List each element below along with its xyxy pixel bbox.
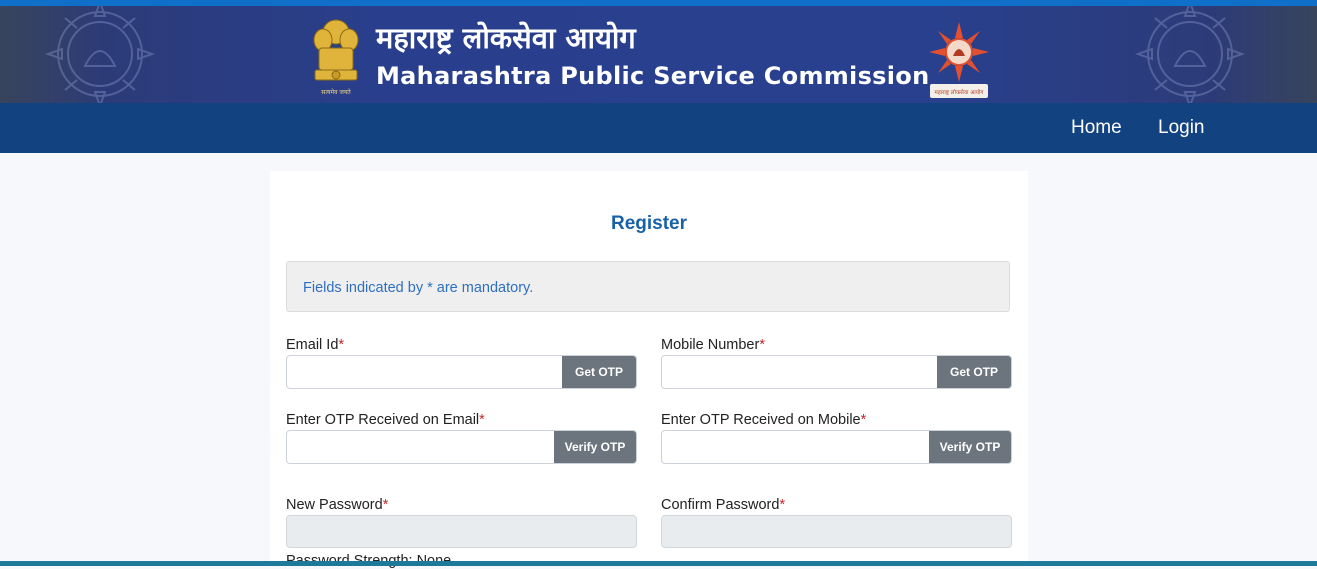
email-get-otp-button[interactable]: Get OTP <box>562 356 636 388</box>
new-password-field <box>286 515 637 548</box>
mobile-field-group: Get OTP <box>661 355 1012 389</box>
page-title: Register <box>610 213 688 234</box>
required-marker: * <box>759 337 765 353</box>
mobile-label: Mobile Number* <box>661 337 765 353</box>
logo-caption: महाराष्ट्र लोकसेवा आयोग <box>935 89 985 96</box>
required-marker: * <box>860 412 867 428</box>
main-navbar: Home Login <box>0 103 1317 153</box>
confirm-password-field <box>661 515 1012 548</box>
bottom-accent-line <box>0 561 1317 566</box>
sun-emblem-watermark-icon <box>1135 6 1245 103</box>
mobile-otp-label: Enter OTP Received on Mobile* <box>661 412 867 428</box>
emblem-caption: सत्यमेव जयते <box>321 88 351 96</box>
mobile-otp-field-group: Verify OTP <box>661 430 1012 464</box>
commission-title-marathi: महाराष्ट्र लोकसेवा आयोग <box>376 21 636 55</box>
commission-title-english: Maharashtra Public Service Commission <box>376 62 930 90</box>
email-field-group: Get OTP <box>286 355 637 389</box>
required-marker: * <box>779 497 786 513</box>
mandatory-notice: Fields indicated by * are mandatory. <box>286 261 1010 312</box>
mobile-verify-otp-button[interactable]: Verify OTP <box>929 431 1011 463</box>
email-label: Email Id* <box>286 337 345 353</box>
required-marker: * <box>479 412 485 428</box>
new-password-label: New Password* <box>286 497 389 513</box>
national-emblem-icon: सत्यमेव जयते <box>313 19 359 96</box>
required-marker: * <box>338 337 345 353</box>
required-marker: * <box>382 497 389 513</box>
mobile-get-otp-button[interactable]: Get OTP <box>937 356 1011 388</box>
new-password-input[interactable] <box>287 516 636 547</box>
header-banner: सत्यमेव जयते महाराष्ट्र लोकसेवा आयोग Mah… <box>0 6 1317 103</box>
confirm-password-input[interactable] <box>662 516 1011 547</box>
nav-home-link[interactable]: Home <box>1071 117 1122 139</box>
mandatory-notice-text: Fields indicated by * are mandatory. <box>303 280 534 296</box>
mpsc-logo-icon: महाराष्ट्र लोकसेवा आयोग <box>929 22 989 98</box>
email-otp-field-group: Verify OTP <box>286 430 637 464</box>
confirm-password-label: Confirm Password* <box>661 497 786 513</box>
email-verify-otp-button[interactable]: Verify OTP <box>554 431 636 463</box>
register-card: Register Fields indicated by * are manda… <box>270 171 1028 569</box>
nav-login-link[interactable]: Login <box>1158 117 1205 139</box>
email-otp-label: Enter OTP Received on Email* <box>286 412 485 428</box>
sun-emblem-watermark-icon <box>45 6 155 103</box>
